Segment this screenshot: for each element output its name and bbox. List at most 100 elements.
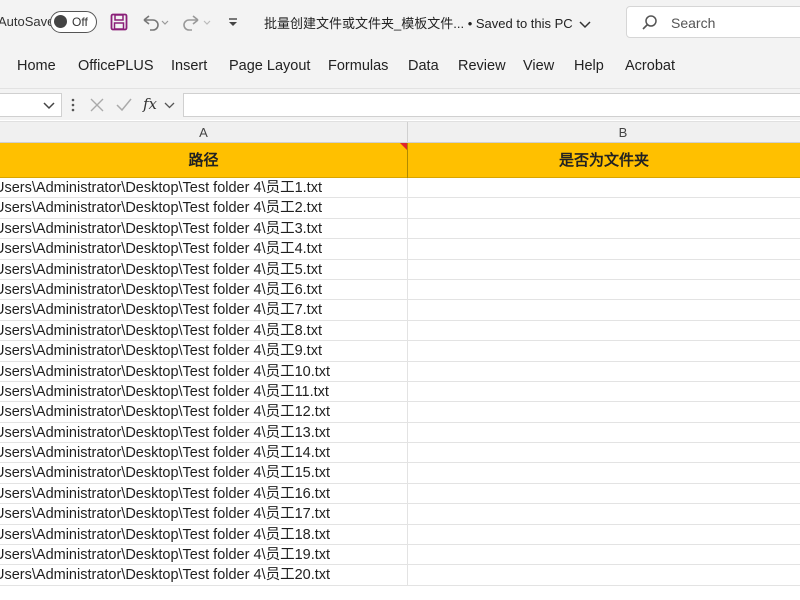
path-cell[interactable]: Users\Administrator\Desktop\Test folder … — [0, 361, 408, 381]
folder-flag-cell[interactable] — [408, 239, 800, 258]
autosave-state: Off — [72, 15, 88, 29]
tab-review[interactable]: Review — [458, 58, 506, 74]
path-cell[interactable]: Users\Administrator\Desktop\Test folder … — [0, 463, 408, 483]
table-row: Users\Administrator\Desktop\Test folder … — [0, 381, 800, 403]
folder-flag-cell[interactable] — [408, 341, 800, 360]
folder-flag-cell[interactable] — [408, 402, 800, 421]
folder-flag-cell[interactable] — [408, 525, 800, 544]
search-box[interactable]: Search — [626, 6, 800, 38]
column-headers: A B — [0, 121, 800, 143]
path-cell[interactable]: Users\Administrator\Desktop\Test folder … — [0, 422, 408, 443]
table-row: Users\Administrator\Desktop\Test folder … — [0, 218, 800, 240]
table-row: Users\Administrator\Desktop\Test folder … — [0, 341, 800, 362]
table-row: Users\Administrator\Desktop\Test folder … — [0, 545, 800, 566]
chevron-down-icon[interactable] — [164, 101, 175, 110]
header-cell-is-folder[interactable]: 是否为文件夹 — [408, 143, 800, 178]
folder-flag-cell[interactable] — [408, 484, 800, 503]
path-cell[interactable]: Users\Administrator\Desktop\Test folder … — [0, 218, 408, 239]
path-cell[interactable]: Users\Administrator\Desktop\Test folder … — [0, 402, 408, 422]
path-text: Users\Administrator\Desktop\Test folder … — [0, 506, 331, 523]
table-row: Users\Administrator\Desktop\Test folder … — [0, 443, 800, 464]
tab-formulas[interactable]: Formulas — [328, 58, 388, 74]
path-cell[interactable]: Users\Administrator\Desktop\Test folder … — [0, 504, 408, 524]
header-cell-path[interactable]: 路径 — [0, 143, 408, 178]
undo-icon[interactable] — [138, 10, 172, 34]
folder-flag-cell[interactable] — [408, 382, 800, 401]
path-cell[interactable]: Users\Administrator\Desktop\Test folder … — [0, 239, 408, 259]
folder-flag-cell[interactable] — [408, 545, 800, 564]
path-text: Users\Administrator\Desktop\Test folder … — [0, 281, 322, 298]
tab-data[interactable]: Data — [408, 58, 439, 74]
table-header-row: 路径 是否为文件夹 — [0, 143, 800, 178]
path-cell[interactable]: Users\Administrator\Desktop\Test folder … — [0, 279, 408, 300]
tab-officeplus[interactable]: OfficePLUS — [78, 58, 154, 74]
path-cell[interactable]: Users\Administrator\Desktop\Test folder … — [0, 565, 408, 585]
folder-flag-cell[interactable] — [408, 362, 800, 381]
folder-flag-cell[interactable] — [408, 443, 800, 462]
path-cell[interactable]: Users\Administrator\Desktop\Test folder … — [0, 178, 408, 198]
column-header-b[interactable]: B — [408, 122, 800, 143]
chevron-down-icon — [579, 21, 591, 28]
tab-help[interactable]: Help — [574, 58, 604, 74]
tab-view[interactable]: View — [523, 58, 554, 74]
chevron-down-icon — [43, 102, 55, 110]
table-row: Users\Administrator\Desktop\Test folder … — [0, 300, 800, 321]
path-cell[interactable]: Users\Administrator\Desktop\Test folder … — [0, 381, 408, 402]
folder-flag-cell[interactable] — [408, 504, 800, 523]
redo-icon[interactable] — [180, 10, 214, 34]
path-cell[interactable]: Users\Administrator\Desktop\Test folder … — [0, 300, 408, 320]
document-title[interactable]: 批量创建文件或文件夹_模板文件... • Saved to this PC — [264, 13, 591, 32]
table-row: Users\Administrator\Desktop\Test folder … — [0, 483, 800, 505]
path-text: Users\Administrator\Desktop\Test folder … — [0, 180, 322, 196]
path-cell[interactable]: Users\Administrator\Desktop\Test folder … — [0, 320, 408, 341]
path-text: Users\Administrator\Desktop\Test folder … — [0, 424, 331, 441]
save-icon[interactable] — [108, 10, 130, 34]
path-text: Users\Administrator\Desktop\Test folder … — [0, 465, 331, 482]
folder-flag-cell[interactable] — [408, 300, 800, 319]
folder-flag-cell[interactable] — [408, 423, 800, 442]
comment-indicator-icon[interactable] — [400, 143, 407, 150]
tab-insert[interactable]: Insert — [171, 58, 207, 74]
folder-flag-cell[interactable] — [408, 178, 800, 197]
folder-flag-cell[interactable] — [408, 463, 800, 482]
path-text: Users\Administrator\Desktop\Test folder … — [0, 445, 331, 462]
formula-input[interactable] — [183, 93, 800, 117]
toggle-knob — [54, 15, 67, 28]
path-text: Users\Administrator\Desktop\Test folder … — [0, 241, 322, 258]
insert-function-button[interactable]: fx — [143, 95, 157, 113]
path-cell[interactable]: Users\Administrator\Desktop\Test folder … — [0, 341, 408, 361]
path-text: Users\Administrator\Desktop\Test folder … — [0, 567, 331, 584]
table-row: Users\Administrator\Desktop\Test folder … — [0, 565, 800, 586]
path-text: Users\Administrator\Desktop\Test folder … — [0, 383, 329, 400]
path-cell[interactable]: Users\Administrator\Desktop\Test folder … — [0, 198, 408, 218]
folder-flag-cell[interactable] — [408, 565, 800, 584]
path-text: Users\Administrator\Desktop\Test folder … — [0, 485, 331, 502]
path-cell[interactable]: Users\Administrator\Desktop\Test folder … — [0, 524, 408, 545]
path-cell[interactable]: Users\Administrator\Desktop\Test folder … — [0, 443, 408, 463]
customize-toolbar-icon[interactable] — [224, 10, 242, 34]
folder-flag-cell[interactable] — [408, 260, 800, 279]
document-name: 批量创建文件或文件夹_模板文件... — [264, 16, 465, 31]
name-box[interactable] — [0, 93, 62, 117]
path-text: Users\Administrator\Desktop\Test folder … — [0, 404, 331, 421]
ribbon-tabs: Home OfficePLUS Insert Page Layout Formu… — [0, 44, 800, 88]
table-row: Users\Administrator\Desktop\Test folder … — [0, 198, 800, 219]
folder-flag-cell[interactable] — [408, 321, 800, 340]
search-icon — [642, 15, 657, 30]
tab-page-layout[interactable]: Page Layout — [229, 58, 310, 74]
cancel-icon[interactable] — [89, 97, 105, 113]
tab-home[interactable]: Home — [17, 58, 56, 74]
column-header-a[interactable]: A — [0, 122, 408, 143]
path-cell[interactable]: Users\Administrator\Desktop\Test folder … — [0, 259, 408, 279]
path-text: Users\Administrator\Desktop\Test folder … — [0, 363, 331, 380]
path-text: Users\Administrator\Desktop\Test folder … — [0, 526, 331, 543]
enter-check-icon[interactable] — [115, 97, 133, 113]
path-cell[interactable]: Users\Administrator\Desktop\Test folder … — [0, 545, 408, 565]
more-options-icon[interactable] — [70, 98, 76, 112]
folder-flag-cell[interactable] — [408, 280, 800, 299]
folder-flag-cell[interactable] — [408, 219, 800, 238]
path-cell[interactable]: Users\Administrator\Desktop\Test folder … — [0, 483, 408, 504]
folder-flag-cell[interactable] — [408, 198, 800, 217]
tab-acrobat[interactable]: Acrobat — [625, 58, 675, 74]
autosave-toggle[interactable]: Off — [50, 11, 97, 33]
